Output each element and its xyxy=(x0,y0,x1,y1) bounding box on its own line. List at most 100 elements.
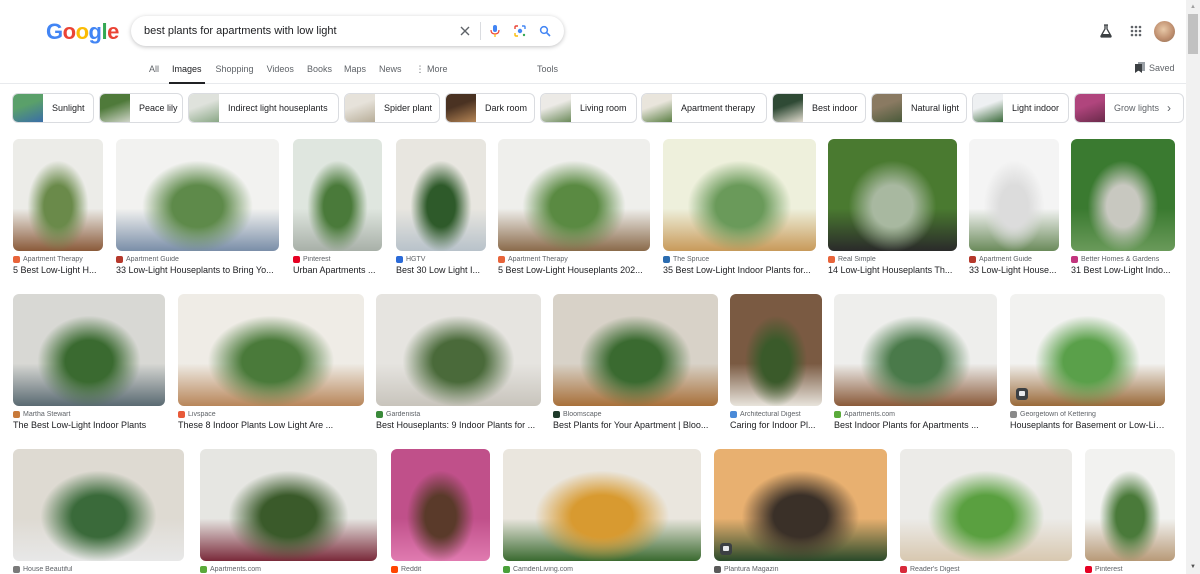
result-thumbnail[interactable] xyxy=(13,449,184,561)
image-result[interactable]: CamdenLiving.com xyxy=(503,449,701,573)
result-thumbnail[interactable] xyxy=(1085,449,1175,561)
tab-images[interactable]: Images xyxy=(169,58,205,84)
close-icon[interactable] xyxy=(455,21,475,41)
result-source[interactable]: Architectural Digest xyxy=(730,411,822,418)
result-source[interactable]: Real Simple xyxy=(828,256,957,263)
chip-indirect-light-houseplants[interactable]: Indirect light houseplants xyxy=(188,93,339,123)
chip-dark-room[interactable]: Dark room xyxy=(445,93,535,123)
result-thumbnail[interactable] xyxy=(969,139,1059,251)
tab-maps[interactable]: Maps xyxy=(344,58,366,84)
result-source[interactable]: House Beautiful xyxy=(13,566,184,573)
result-title[interactable]: Caring for Indoor Pl... xyxy=(730,420,822,430)
chip-living-room[interactable]: Living room xyxy=(540,93,637,123)
image-result[interactable]: Reddit xyxy=(391,449,490,573)
result-source[interactable]: Apartment Therapy xyxy=(13,256,103,263)
result-title[interactable]: 5 Best Low-Light Houseplants 202... xyxy=(498,265,650,275)
result-thumbnail[interactable] xyxy=(200,449,377,561)
result-thumbnail[interactable] xyxy=(503,449,701,561)
saved-button[interactable]: Saved xyxy=(1135,62,1175,73)
chip-light-indoor[interactable]: Light indoor xyxy=(972,93,1069,123)
result-title[interactable]: Best Houseplants: 9 Indoor Plants for ..… xyxy=(376,420,541,430)
result-source[interactable]: Apartments.com xyxy=(200,566,377,573)
result-source[interactable]: Livspace xyxy=(178,411,364,418)
image-result[interactable]: Apartment Therapy 5 Best Low-Light H... xyxy=(13,139,103,275)
google-logo[interactable]: Google xyxy=(46,19,119,45)
result-source[interactable]: Apartment Therapy xyxy=(498,256,650,263)
result-thumbnail[interactable] xyxy=(396,139,486,251)
result-thumbnail[interactable] xyxy=(178,294,364,406)
image-result[interactable]: Architectural Digest Caring for Indoor Pl… xyxy=(730,294,822,430)
scroll-up-arrow-icon[interactable]: ▲ xyxy=(1186,0,1200,14)
chip-apartment-therapy[interactable]: Apartment therapy xyxy=(641,93,767,123)
chevron-right-icon[interactable]: › xyxy=(1162,100,1176,116)
result-source[interactable]: CamdenLiving.com xyxy=(503,566,701,573)
image-result[interactable]: Reader's Digest xyxy=(900,449,1072,573)
result-source[interactable]: Apartments.com xyxy=(834,411,997,418)
scroll-down-arrow-icon[interactable]: ▼ xyxy=(1186,560,1200,574)
image-result[interactable]: Apartment Guide 33 Low-Light Houseplants … xyxy=(116,139,279,275)
microphone-icon[interactable] xyxy=(485,21,505,41)
result-title[interactable]: Best Indoor Plants for Apartments ... xyxy=(834,420,997,430)
tab-videos[interactable]: Videos xyxy=(267,58,294,84)
result-source[interactable]: Reader's Digest xyxy=(900,566,1072,573)
image-result[interactable]: Apartment Therapy 5 Best Low-Light Housep… xyxy=(498,139,650,275)
result-thumbnail[interactable] xyxy=(391,449,490,561)
result-thumbnail[interactable] xyxy=(376,294,541,406)
result-thumbnail[interactable] xyxy=(714,449,887,561)
result-source[interactable]: Reddit xyxy=(391,566,490,573)
result-source[interactable]: Gardenista xyxy=(376,411,541,418)
scrollbar[interactable]: ▲ ▼ xyxy=(1186,0,1200,574)
image-result[interactable]: Bloomscape Best Plants for Your Apartment… xyxy=(553,294,718,430)
result-thumbnail[interactable] xyxy=(1010,294,1165,406)
result-source[interactable]: Bloomscape xyxy=(553,411,718,418)
result-source[interactable]: Plantura Magazin xyxy=(714,566,887,573)
result-thumbnail[interactable] xyxy=(553,294,718,406)
result-source[interactable]: Georgetown of Kettering xyxy=(1010,411,1165,418)
tab-news[interactable]: News xyxy=(379,58,402,84)
tab-books[interactable]: Books xyxy=(307,58,332,84)
tools-button[interactable]: Tools xyxy=(537,58,558,80)
result-source[interactable]: Pinterest xyxy=(1085,566,1175,573)
result-thumbnail[interactable] xyxy=(900,449,1072,561)
tab-more[interactable]: ⋮ More xyxy=(415,58,447,84)
image-result[interactable]: Apartment Guide 33 Low-Light House... xyxy=(969,139,1059,275)
tab-all[interactable]: All xyxy=(149,58,159,84)
result-title[interactable]: 35 Best Low-Light Indoor Plants for... xyxy=(663,265,816,275)
image-result[interactable]: Better Homes & Gardens 31 Best Low-Light … xyxy=(1071,139,1175,275)
result-thumbnail[interactable] xyxy=(663,139,816,251)
result-title[interactable]: Best 30 Low Light I... xyxy=(396,265,486,275)
search-input[interactable] xyxy=(144,21,444,41)
result-title[interactable]: Houseplants for Basement or Low-Lig... xyxy=(1010,420,1165,430)
chip-best-indoor[interactable]: Best indoor xyxy=(772,93,866,123)
image-result[interactable]: Real Simple 14 Low-Light Houseplants Th..… xyxy=(828,139,957,275)
image-result[interactable]: Gardenista Best Houseplants: 9 Indoor Pla… xyxy=(376,294,541,430)
image-result[interactable]: HGTV Best 30 Low Light I... xyxy=(396,139,486,275)
chip-natural-light[interactable]: Natural light xyxy=(871,93,967,123)
chip-sunlight[interactable]: Sunlight xyxy=(12,93,94,123)
result-thumbnail[interactable] xyxy=(730,294,822,406)
result-thumbnail[interactable] xyxy=(1071,139,1175,251)
result-title[interactable]: 33 Low-Light House... xyxy=(969,265,1059,275)
image-result[interactable]: The Spruce 35 Best Low-Light Indoor Plant… xyxy=(663,139,816,275)
image-result[interactable]: Plantura Magazin xyxy=(714,449,887,573)
result-title[interactable]: Urban Apartments ... xyxy=(293,265,382,275)
result-source[interactable]: HGTV xyxy=(396,256,486,263)
result-thumbnail[interactable] xyxy=(834,294,997,406)
tab-shopping[interactable]: Shopping xyxy=(216,58,254,84)
image-result[interactable]: Apartments.com Best Indoor Plants for Apa… xyxy=(834,294,997,430)
result-title[interactable]: The Best Low-Light Indoor Plants xyxy=(13,420,165,430)
result-title[interactable]: These 8 Indoor Plants Low Light Are ... xyxy=(178,420,364,430)
result-source[interactable]: The Spruce xyxy=(663,256,816,263)
image-result[interactable]: Pinterest Urban Apartments ... xyxy=(293,139,382,275)
result-source[interactable]: Apartment Guide xyxy=(969,256,1059,263)
result-thumbnail[interactable] xyxy=(293,139,382,251)
scrollbar-thumb[interactable] xyxy=(1188,14,1198,54)
result-source[interactable]: Better Homes & Gardens xyxy=(1071,256,1175,263)
result-source[interactable]: Martha Stewart xyxy=(13,411,165,418)
result-title[interactable]: 14 Low-Light Houseplants Th... xyxy=(828,265,957,275)
result-thumbnail[interactable] xyxy=(828,139,957,251)
result-source[interactable]: Pinterest xyxy=(293,256,382,263)
image-result[interactable]: Martha Stewart The Best Low-Light Indoor … xyxy=(13,294,165,430)
flask-icon[interactable] xyxy=(1097,22,1115,40)
chip-peace-lily[interactable]: Peace lily xyxy=(99,93,183,123)
